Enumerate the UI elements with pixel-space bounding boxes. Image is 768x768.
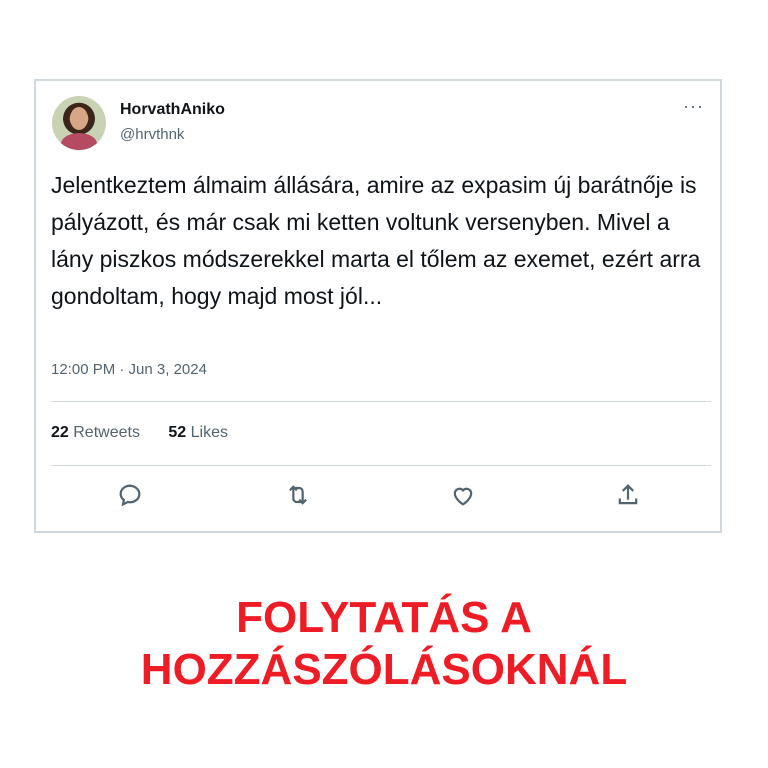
banner-line-2: HOZZÁSZÓLÁSOKNÁL: [140, 645, 628, 694]
user-handle[interactable]: @hrvthnk: [120, 126, 184, 143]
more-icon[interactable]: ···: [683, 97, 704, 115]
retweets-count: 22: [51, 424, 69, 441]
tweet-card: HorvathAniko @hrvthnk ··· Jelentkeztem á…: [34, 79, 722, 533]
share-icon[interactable]: [614, 481, 642, 509]
avatar-face: [70, 107, 88, 130]
retweets-label: Retweets: [73, 424, 140, 441]
likes-label: Likes: [190, 424, 229, 441]
retweet-icon[interactable]: [284, 481, 312, 509]
continuation-banner: FOLYTATÁS A HOZZÁSZÓLÁSOKNÁL: [0, 592, 768, 696]
retweets-stat[interactable]: 22 Retweets: [51, 424, 144, 441]
banner-line-1: FOLYTATÁS A: [236, 593, 532, 642]
avatar[interactable]: [52, 96, 106, 150]
avatar-shirt: [61, 133, 97, 150]
timestamp[interactable]: 12:00 PM · Jun 3, 2024: [51, 361, 207, 378]
display-name[interactable]: HorvathAniko: [120, 101, 225, 119]
engagement-stats: 22 Retweets 52 Likes: [51, 424, 252, 442]
likes-stat[interactable]: 52 Likes: [168, 424, 228, 441]
action-bar: [116, 481, 656, 511]
reply-icon[interactable]: [116, 481, 144, 509]
divider: [51, 465, 711, 466]
likes-count: 52: [168, 424, 187, 441]
like-icon[interactable]: [449, 481, 477, 509]
divider: [51, 401, 711, 402]
tweet-text: Jelentkeztem álmaim állására, amire az e…: [51, 172, 701, 309]
